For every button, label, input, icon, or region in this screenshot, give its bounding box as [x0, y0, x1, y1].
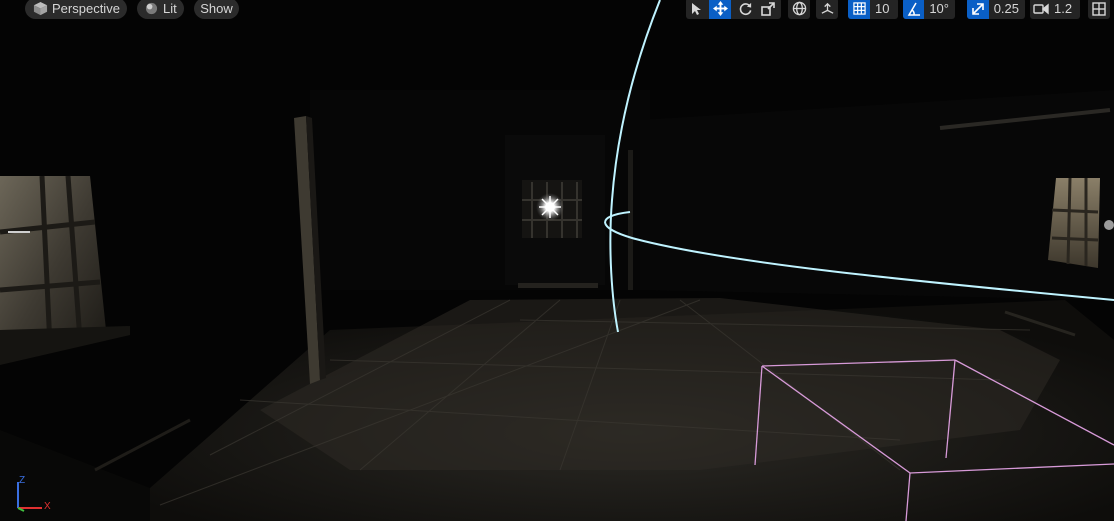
rotation-snap-toggle[interactable]: 10°	[903, 0, 955, 19]
scale-snap-icon	[967, 0, 989, 19]
scale-icon	[761, 1, 775, 16]
camera-icon	[1030, 0, 1052, 19]
globe-icon	[792, 1, 807, 16]
show-menu-label: Show	[200, 1, 233, 16]
layout-grid-icon	[1092, 1, 1106, 16]
angle-icon	[903, 0, 925, 19]
grid-snap-value[interactable]: 10	[870, 1, 895, 16]
surface-snapping-button[interactable]	[816, 0, 838, 19]
rotate-icon	[738, 1, 753, 16]
move-arrows-icon	[712, 1, 728, 16]
translate-mode-button[interactable]	[709, 0, 731, 19]
grid-icon	[848, 0, 870, 19]
level-viewport[interactable]: Perspective Lit Show 10 10° 0.25 1.2 Z X	[0, 0, 1114, 521]
lighting-mode-label: Lit	[163, 1, 177, 16]
scale-snap-toggle[interactable]: 0.25	[967, 0, 1025, 19]
surface-snap-icon	[820, 1, 835, 16]
rotation-snap-value[interactable]: 10°	[924, 1, 955, 16]
show-menu-button[interactable]: Show	[194, 0, 239, 19]
scale-snap-value[interactable]: 0.25	[989, 1, 1025, 16]
axis-z-label: Z	[19, 475, 26, 486]
rotate-mode-button[interactable]	[734, 0, 756, 19]
grid-snap-toggle[interactable]: 10	[848, 0, 898, 19]
camera-speed-button[interactable]: 1.2	[1030, 0, 1080, 19]
perspective-cube-icon	[31, 1, 49, 17]
scene-render	[0, 0, 1114, 521]
select-mode-button[interactable]	[686, 0, 708, 19]
scale-mode-button[interactable]	[757, 0, 779, 19]
coordinate-space-button[interactable]	[788, 0, 810, 19]
axis-gizmo: Z X	[12, 474, 58, 516]
camera-speed-value[interactable]: 1.2	[1052, 1, 1078, 16]
cursor-arrow-icon	[691, 2, 703, 16]
view-mode-label: Perspective	[52, 1, 120, 16]
lit-sphere-icon	[144, 1, 159, 16]
view-mode-dropdown[interactable]: Perspective	[25, 0, 127, 19]
lighting-mode-dropdown[interactable]: Lit	[137, 0, 184, 19]
axis-x-label: X	[44, 501, 51, 512]
viewport-layout-button[interactable]	[1088, 0, 1110, 19]
